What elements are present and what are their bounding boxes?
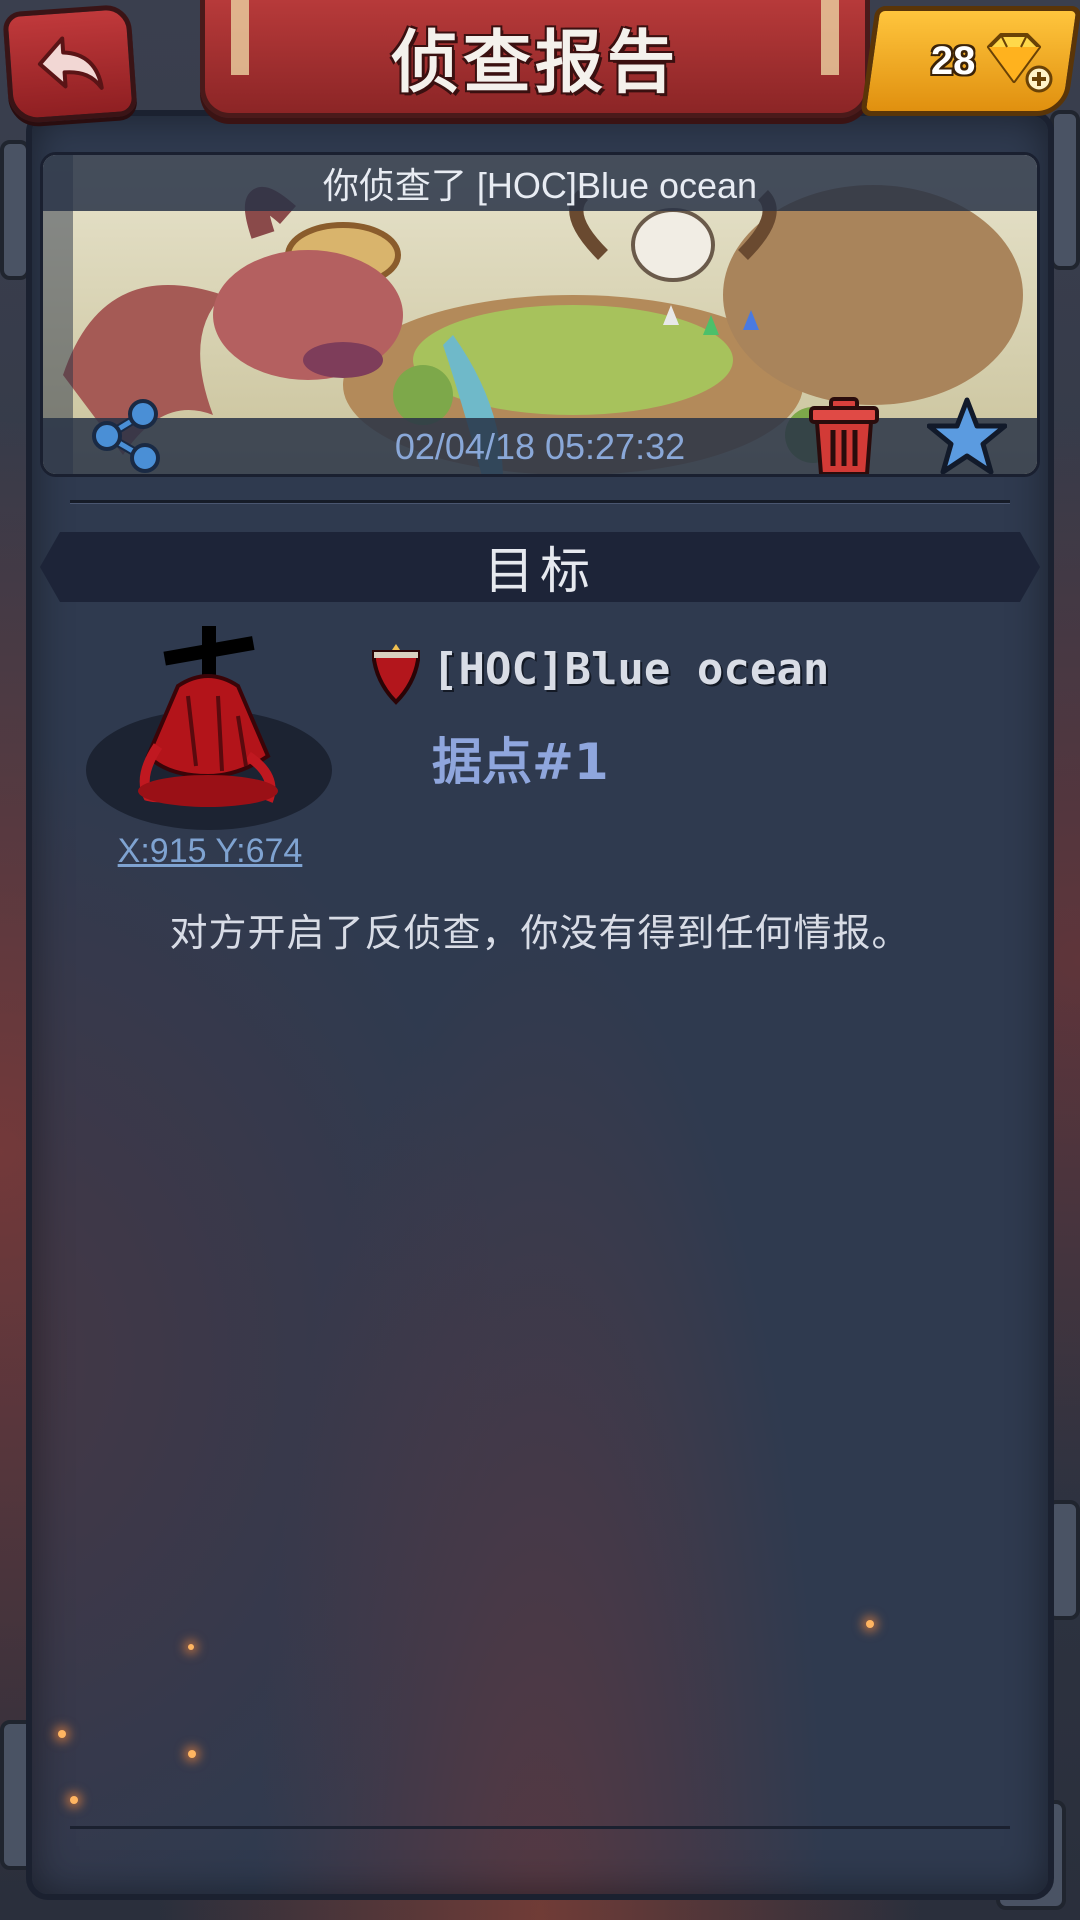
ember-particle	[58, 1730, 66, 1738]
target-coordinates-link[interactable]: X:915 Y:674	[90, 832, 330, 871]
ember-particle	[188, 1750, 196, 1758]
gem-counter-button[interactable]: 28	[860, 6, 1080, 116]
scout-result-message: 对方开启了反侦查，你没有得到任何情报。	[169, 911, 911, 955]
back-arrow-icon	[37, 36, 104, 90]
ember-particle	[866, 1620, 874, 1628]
back-button[interactable]	[2, 3, 138, 125]
star-icon[interactable]	[927, 396, 1007, 476]
report-timestamp: 02/04/18 05:27:32	[394, 426, 686, 467]
target-player-name: [HOC]Blue ocean	[432, 644, 830, 695]
target-section-header: 目标	[40, 532, 1040, 602]
gem-count: 28	[930, 38, 976, 83]
section-divider	[70, 500, 1010, 504]
share-icon[interactable]	[87, 396, 167, 476]
report-subject: 你侦查了 [HOC]Blue ocean	[322, 165, 758, 206]
ember-particle	[70, 1796, 78, 1804]
section-title: 目标	[484, 542, 596, 600]
report-subject-bar: 你侦查了 [HOC]Blue ocean	[43, 155, 1037, 211]
target-stronghold-icon	[138, 626, 278, 807]
alliance-banner-icon	[372, 644, 420, 705]
report-action-bar: 02/04/18 05:27:32	[43, 418, 1037, 474]
frame-stone	[1050, 110, 1080, 270]
title-banner: 侦查报告	[200, 0, 870, 118]
bottom-divider	[70, 1826, 1010, 1829]
diamond-plus-icon	[987, 33, 1053, 93]
trash-icon[interactable]	[805, 396, 883, 477]
target-stronghold-name: 据点#1	[432, 733, 609, 791]
page-title: 侦查报告	[390, 24, 679, 103]
ember-particle	[188, 1644, 194, 1650]
report-header-card: 你侦查了 [HOC]Blue ocean 02/04/18 05:27:32	[40, 152, 1040, 477]
